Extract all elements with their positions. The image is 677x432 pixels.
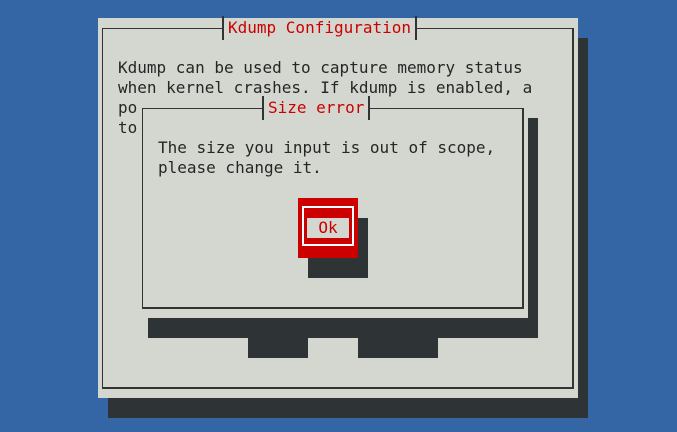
error-message-line-1: The size you input is out of scope, bbox=[158, 138, 496, 157]
main-dialog-text-line-1: Kdump can be used to capture memory stat… bbox=[118, 58, 523, 77]
main-dialog-text-line-4: to bbox=[118, 118, 138, 137]
main-dialog-text-line-3: po bbox=[118, 98, 138, 117]
ok-button[interactable]: Ok bbox=[298, 198, 358, 258]
main-dialog-text-line-2: when kernel crashes. If kdump is enabled… bbox=[118, 78, 533, 97]
error-message-line-2: please change it. bbox=[158, 158, 322, 177]
error-dialog: Size error The size you input is out of … bbox=[138, 96, 528, 318]
main-dialog-title: Kdump Configuration bbox=[222, 16, 418, 40]
main-dialog-button-shadow-left bbox=[248, 338, 308, 358]
error-dialog-title: Size error bbox=[262, 96, 371, 120]
main-dialog-button-shadow-right bbox=[358, 338, 438, 358]
ok-button-label: Ok bbox=[307, 218, 349, 238]
